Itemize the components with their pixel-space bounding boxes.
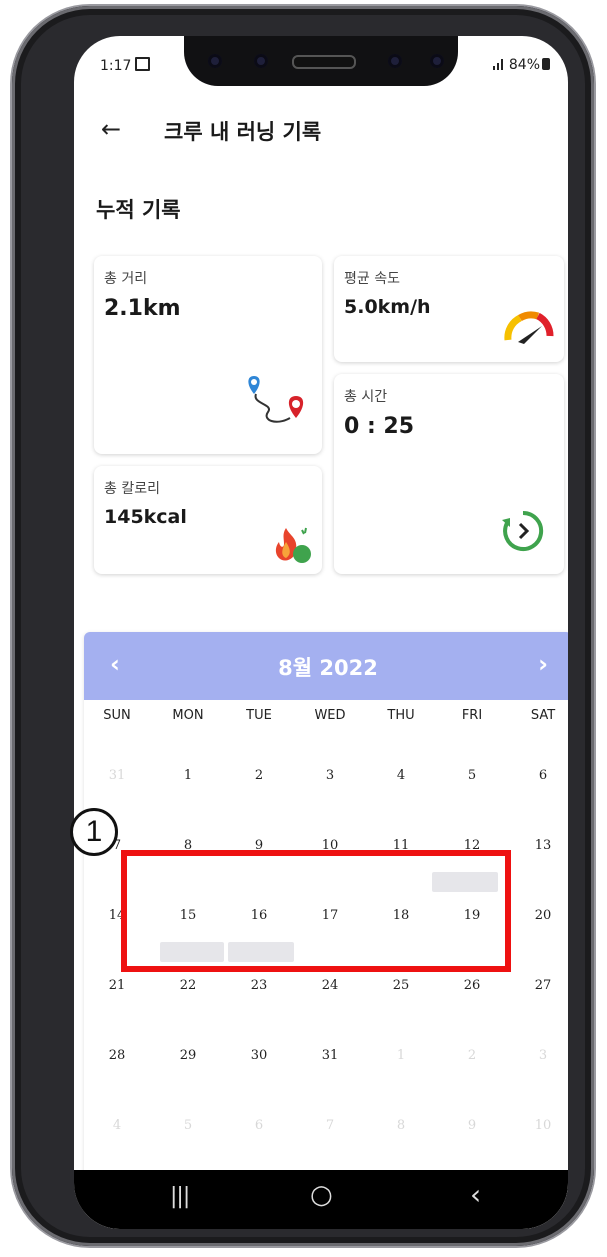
calendar-day[interactable]: 3 <box>297 768 363 783</box>
calendar-day[interactable]: 1 <box>368 1048 434 1063</box>
calendar-day[interactable]: 26 <box>439 978 505 993</box>
calories-value: 145kcal <box>104 506 187 528</box>
calendar-day[interactable]: 4 <box>368 768 434 783</box>
camera-notch <box>184 36 458 86</box>
gallery-icon <box>135 57 151 71</box>
calendar-weekdays: SUN MON TUE WED THU FRI SAT <box>84 708 568 730</box>
app-header: ← 크루 내 러닝 기록 <box>74 106 568 156</box>
calendar-day[interactable]: 2 <box>226 768 292 783</box>
flame-icon <box>275 527 311 563</box>
calendar-day[interactable]: 31 <box>297 1048 363 1063</box>
screen: 1:17 84% ← 크루 내 러닝 기록 누적 기록 총 거리 2.1km 평… <box>74 36 568 1229</box>
calendar-day[interactable]: 21 <box>84 978 150 993</box>
calendar-day[interactable]: 27 <box>510 978 568 993</box>
calendar-day[interactable]: 24 <box>297 978 363 993</box>
distance-card[interactable]: 총 거리 2.1km <box>94 256 322 454</box>
calendar-day[interactable]: 7 <box>297 1118 363 1133</box>
calendar-day[interactable]: 5 <box>439 768 505 783</box>
next-month-button[interactable]: › <box>538 650 548 678</box>
calendar-day[interactable]: 31 <box>84 768 150 783</box>
annotation-highlight-box <box>121 850 511 972</box>
calendar-day[interactable]: 1 <box>155 768 221 783</box>
calendar-day[interactable]: 6 <box>510 768 568 783</box>
home-button[interactable]: ○ <box>310 1180 333 1210</box>
time-card[interactable]: 총 시간 0 : 25 <box>334 374 564 574</box>
calendar-day[interactable]: 13 <box>510 838 568 853</box>
sensor-icon <box>254 54 268 68</box>
calendar-day[interactable]: 30 <box>226 1048 292 1063</box>
calendar-day[interactable]: 4 <box>84 1118 150 1133</box>
calendar-day[interactable]: 23 <box>226 978 292 993</box>
camera-icon <box>430 54 444 68</box>
page-title: 크루 내 러닝 기록 <box>164 120 322 144</box>
calendar-day[interactable]: 25 <box>368 978 434 993</box>
calendar-day[interactable]: 10 <box>510 1118 568 1133</box>
distance-label: 총 거리 <box>104 271 148 287</box>
speed-label: 평균 속도 <box>344 271 400 287</box>
battery-icon <box>542 58 550 70</box>
timer-refresh-icon <box>502 510 544 551</box>
calendar-day[interactable]: 2 <box>439 1048 505 1063</box>
navigation-bar: ||| ○ ‹ <box>74 1170 568 1229</box>
recent-apps-button[interactable]: ||| <box>170 1184 190 1209</box>
calendar-day[interactable]: 3 <box>510 1048 568 1063</box>
calendar-day[interactable]: 20 <box>510 908 568 923</box>
calendar-day[interactable]: 8 <box>368 1118 434 1133</box>
calendar-day[interactable]: 29 <box>155 1048 221 1063</box>
sensor-icon <box>388 54 402 68</box>
speed-card[interactable]: 평균 속도 5.0km/h <box>334 256 564 362</box>
calendar-header: ‹ 8월 2022 › <box>84 632 568 700</box>
weekday-thu: THU <box>387 708 415 723</box>
nav-back-button[interactable]: ‹ <box>470 1178 481 1211</box>
back-button[interactable]: ← <box>96 112 126 146</box>
battery-percent: 84% <box>508 57 540 73</box>
annotation-number-badge: 1 <box>70 808 118 856</box>
calendar-day[interactable]: 9 <box>439 1118 505 1133</box>
speaker-grille <box>292 55 356 69</box>
calendar-day[interactable]: 5 <box>155 1118 221 1133</box>
weekday-wed: WED <box>314 708 346 723</box>
signal-icon <box>493 59 504 70</box>
calories-card[interactable]: 총 칼로리 145kcal <box>94 466 322 574</box>
route-pin-icon <box>248 376 304 423</box>
calories-label: 총 칼로리 <box>104 481 160 497</box>
calendar-day[interactable]: 28 <box>84 1048 150 1063</box>
section-title: 누적 기록 <box>96 198 181 222</box>
time-label: 총 시간 <box>344 389 388 405</box>
calendar-day[interactable]: 22 <box>155 978 221 993</box>
weekday-fri: FRI <box>461 708 483 723</box>
status-time-text: 1:17 <box>100 58 132 74</box>
status-time: 1:17 <box>100 57 151 74</box>
speed-value: 5.0km/h <box>344 296 431 318</box>
weekday-tue: TUE <box>246 708 272 723</box>
calendar-month-title: 8월 2022 <box>278 656 378 680</box>
status-indicators: 84% <box>492 57 550 73</box>
camera-icon <box>208 54 222 68</box>
weekday-sat: SAT <box>530 708 556 723</box>
speedometer-icon <box>504 311 554 344</box>
phone-frame: 1:17 84% ← 크루 내 러닝 기록 누적 기록 총 거리 2.1km 평… <box>12 6 594 1246</box>
distance-value: 2.1km <box>104 296 181 321</box>
weekday-mon: MON <box>172 708 204 723</box>
weekday-sun: SUN <box>103 708 131 723</box>
time-value: 0 : 25 <box>344 414 415 439</box>
calendar-day[interactable]: 6 <box>226 1118 292 1133</box>
